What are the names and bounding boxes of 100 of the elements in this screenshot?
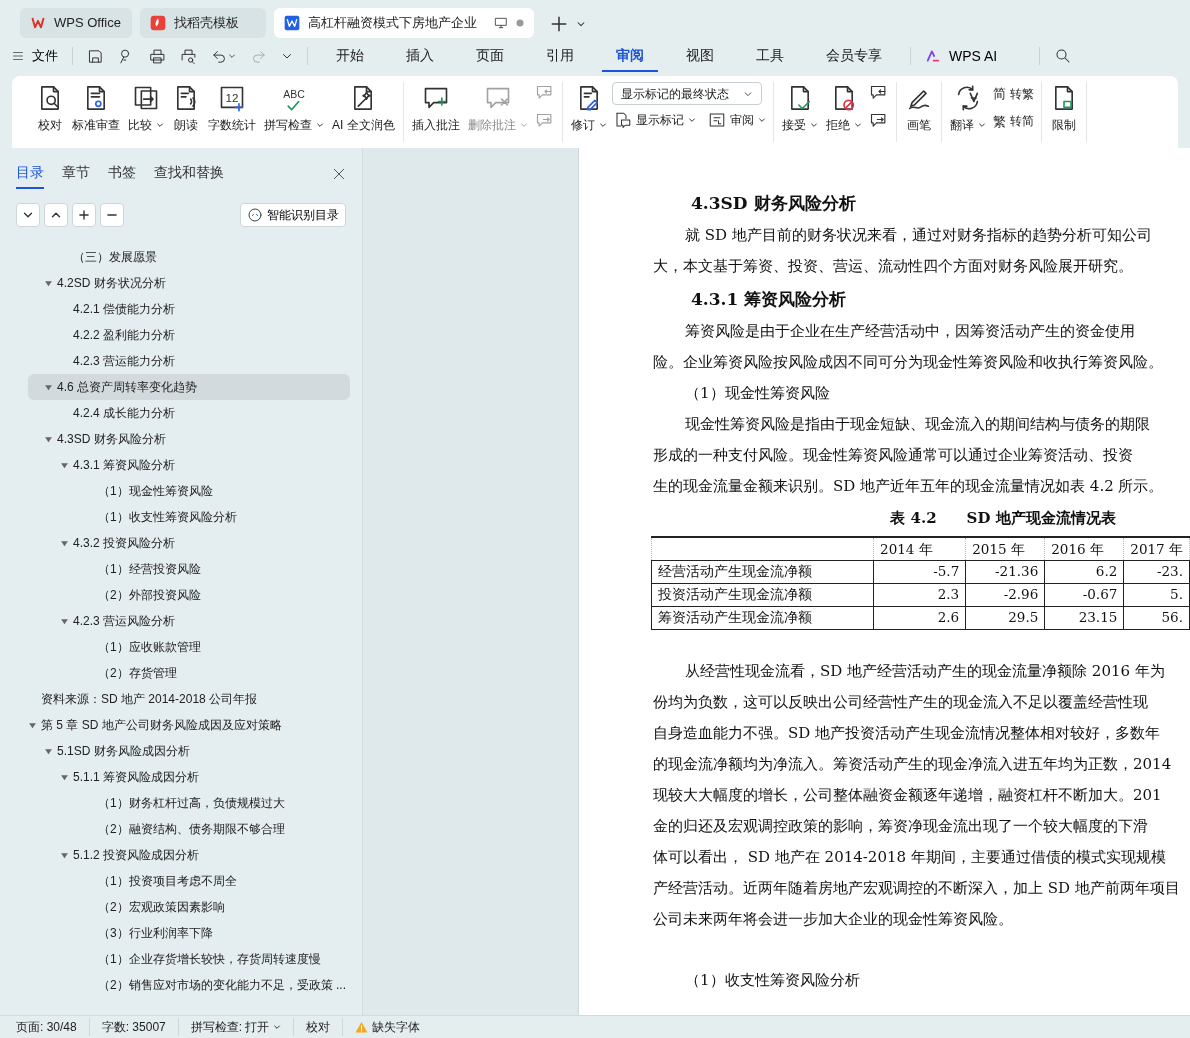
toc-item[interactable]: （1）应收账款管理 [28,634,350,660]
status-item: 缺失字体 [355,1018,433,1036]
toc-item[interactable]: 4.3SD 财务风险分析 [28,426,350,452]
number-box-icon: 12 [218,84,246,112]
sidebar-tab[interactable]: 书签 [108,157,136,189]
toc-item[interactable]: （1）投资项目考虑不周全 [28,868,350,894]
toc-item[interactable]: （2）融资结构、债务期限不够合理 [28,816,350,842]
toc-item[interactable]: 4.3.2 投资风险分析 [28,530,350,556]
display-mode-select[interactable]: 显示标记的最终状态 [611,82,762,105]
toc-item[interactable]: 4.2.3 营运能力分析 [28,348,350,374]
menu-tab[interactable]: 会员专享 [812,40,896,72]
ribbon-button[interactable]: 简 转繁 [990,82,1036,106]
plus-icon [550,14,568,33]
toc-item[interactable]: 4.2.3 营运风险分析 [28,608,350,634]
table-cell: -0.67 [1044,583,1124,606]
toc-item[interactable]: 4.2.2 盈利能力分析 [28,322,350,348]
toc-item[interactable]: （3）行业利润率下降 [28,920,350,946]
window-tab[interactable]: 高杠杆融资模式下房地产企业 [274,8,534,38]
ribbon-button[interactable]: 繁 转简 [990,109,1036,133]
ai-button[interactable]: WPS AI [925,45,998,67]
ribbon-button[interactable]: 朗读 [169,82,203,136]
ribbon-button[interactable]: 标准审查 [69,82,123,136]
window-tab[interactable]: 找稻壳模板 [140,8,266,38]
table-cell: 经营活动产生现金流净额 [651,560,874,583]
file-menu[interactable]: 文件 [12,46,58,66]
ribbon-button[interactable]: 拒绝 [822,82,865,136]
triangle-icon [28,720,37,730]
menu-tab[interactable]: 视图 [672,40,728,72]
column-header: 2016 年 [1044,537,1124,560]
triangle-icon [44,278,53,288]
toc-item[interactable]: （2）销售应对市场的变化能力不足，受政策 ... [28,972,350,998]
toc-item[interactable]: 4.6 总资产周转率变化趋势 [28,374,350,400]
window-tab[interactable]: WPS Office [20,8,132,38]
paragraph-line: 就 SD 地产目前的财务状况来看，通过对财务指标的趋势分析可知公司 [684,225,1153,246]
toc-item[interactable]: 4.2.1 偿债能力分析 [28,296,350,322]
toc-item[interactable]: （1）现金性筹资风险 [28,478,350,504]
ribbon-button[interactable]: 12 字数统计 [205,82,259,136]
toc-item[interactable]: 第 5 章 SD 地产公司财务风险成因及应对策略 [28,712,350,738]
toolbar-button[interactable] [149,47,166,65]
toc-control-button[interactable] [100,203,124,227]
paragraph-line: （1）收支性筹资风险分析 [684,969,861,991]
toc-item[interactable]: 5.1.2 投资风险成因分析 [28,842,350,868]
ribbon-button[interactable]: 审阅 [705,109,768,131]
toc-item[interactable]: （2）存货管理 [28,660,350,686]
paragraph-line: 份均为负数，这可以反映出公司经营性产生的现金流入不足以覆盖经营性现 [653,691,1149,713]
menu-tab[interactable]: 页面 [462,40,518,72]
paragraph-line: 形成的一种支付风险。现金性筹资风险通常可以通过企业筹资活动、投资 [653,445,1134,466]
status-item: 校对 [306,1018,344,1036]
sidebar-tab[interactable]: 查找和替换 [154,157,224,189]
triangle-icon [44,746,53,756]
toc-item[interactable]: 5.1SD 财务风险成因分析 [28,738,350,764]
ribbon-button[interactable]: 修订 [567,82,610,136]
ribbon-button[interactable]: 画笔 [901,82,936,136]
plus-icon [77,208,91,222]
ribbon-button[interactable]: 接受 [778,82,821,136]
toc-control-button[interactable] [44,203,68,227]
toc-item[interactable]: 资料来源：SD 地产 2014-2018 公司年报 [28,686,350,712]
ai-logo-icon [925,49,941,63]
menu-tab[interactable]: 审阅 [602,40,658,72]
toolbar-button[interactable] [180,47,197,65]
toc-item[interactable]: （1）收支性筹资风险分析 [28,504,350,530]
toc-item[interactable]: 4.3.1 筹资风险分析 [28,452,350,478]
toc-item[interactable]: 5.1.1 筹资风险成因分析 [28,764,350,790]
ribbon-button[interactable]: 限制 [1046,82,1081,136]
status-item[interactable]: 拼写检查: 打开 [190,1018,295,1036]
toc-item[interactable]: （1）经营投资风险 [28,556,350,582]
ribbon-button[interactable]: 翻译 [946,82,989,136]
sidebar-tab[interactable]: 章节 [62,157,90,189]
toc-control-button[interactable] [16,203,40,227]
ribbon-button[interactable]: AI 全文润色 [329,82,398,136]
table-cell: -23. [1123,560,1190,583]
triangle-icon [60,538,69,548]
menu-tab[interactable]: 工具 [742,40,798,72]
toc-item[interactable]: （1）财务杠杆过高，负债规模过大 [28,790,350,816]
toolbar-button[interactable] [87,47,104,65]
paragraph-line: 的现金流净额均为净流入。筹资活动产生的现金净流入进五年均为正数，2014 [653,753,1173,775]
logo-icon [30,15,46,31]
table-cell: -21.36 [965,560,1045,583]
toc-item[interactable]: （2）宏观政策因素影响 [28,894,350,920]
menu-tab[interactable]: 插入 [392,40,448,72]
paragraph-line: 大，本文基于筹资、投资、营运、流动性四个方面对财务风险展开研究。 [653,256,1134,277]
menu-tab[interactable]: 开始 [322,40,378,72]
triangle-icon [60,772,69,782]
toc-control-button[interactable] [72,203,96,227]
sidebar-tab[interactable]: 目录 [16,157,44,189]
ribbon-button[interactable]: 校对 [33,82,67,136]
smart-toc-button[interactable]: 智能识别目录 [240,203,346,227]
menu-tab[interactable]: 引用 [532,40,588,72]
paragraph-line: 生的现金流量金额来识别。SD 地产近年五年的现金流量情况如表 4.2 所示。 [653,476,1165,497]
toc-item[interactable]: 4.2SD 财务状况分析 [28,270,350,296]
toc-item[interactable]: （三）发展愿景 [28,244,350,270]
panel-icon [707,111,726,129]
toc-item[interactable]: （2）外部投资风险 [28,582,350,608]
ribbon-button[interactable]: 比较 [125,82,167,136]
ribbon-button[interactable]: 插入批注 [408,82,463,136]
ribbon-button[interactable]: ABC 拼写检查 [261,82,327,136]
table-cell: 筹资活动产生现金流净额 [651,606,874,629]
toc-item[interactable]: （1）企业存货增长较快，存货周转速度慢 [28,946,350,972]
ribbon-button[interactable]: 显示标记 [611,109,698,131]
toc-item[interactable]: 4.2.4 成长能力分析 [28,400,350,426]
